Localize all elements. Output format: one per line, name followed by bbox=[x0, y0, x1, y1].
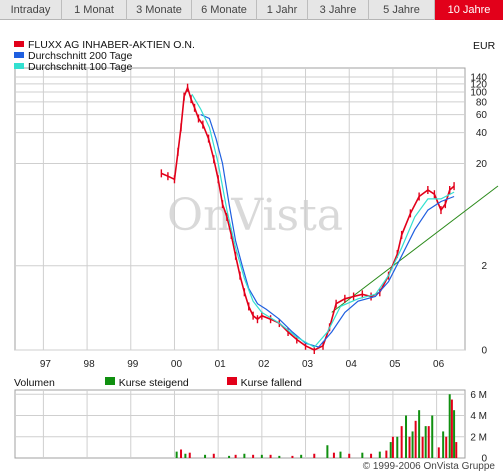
volume-bar-rising bbox=[418, 410, 421, 458]
falling-label: Kurse fallend bbox=[240, 377, 302, 389]
volume-bar-falling bbox=[212, 453, 215, 458]
volume-bar-falling bbox=[414, 420, 417, 458]
legend-swatch bbox=[14, 63, 24, 69]
price-y-tick-label: 20 bbox=[476, 159, 488, 170]
volume-bar-falling bbox=[445, 436, 448, 458]
x-tick-label: 99 bbox=[127, 359, 139, 370]
volume-bar-falling bbox=[427, 426, 430, 458]
volume-bar-falling bbox=[391, 436, 394, 458]
x-tick-label: 02 bbox=[258, 359, 270, 370]
volume-bar-rising bbox=[361, 452, 364, 458]
time-range-tabs: Intraday 1 Monat 3 Monate 6 Monate 1 Jahr 3 J… bbox=[0, 0, 503, 20]
volume-bar-rising bbox=[204, 454, 207, 458]
volume-bar-rising bbox=[442, 431, 445, 458]
tab-1-jahr[interactable]: 1 Jahr bbox=[256, 0, 307, 20]
rising-swatch bbox=[104, 377, 115, 385]
tab-1-monat[interactable]: 1 Monat bbox=[61, 0, 126, 20]
tab-3-jahre[interactable]: 3 Jahre bbox=[307, 0, 368, 20]
volume-bar-falling bbox=[291, 455, 294, 458]
volume-bar-falling bbox=[370, 453, 373, 458]
volume-bar-rising bbox=[326, 445, 329, 458]
volume-bar-falling bbox=[437, 447, 440, 458]
x-tick-label: 00 bbox=[171, 359, 183, 370]
volume-bar-rising bbox=[405, 415, 408, 458]
volume-bar-rising bbox=[228, 455, 231, 458]
x-tick-label: 97 bbox=[40, 359, 52, 370]
tab-5-jahre[interactable]: 5 Jahre bbox=[368, 0, 434, 20]
volume-bar-falling bbox=[421, 436, 424, 458]
falling-swatch bbox=[226, 377, 237, 385]
volume-bar-rising bbox=[431, 415, 434, 458]
volume-bar-falling bbox=[188, 452, 191, 458]
price-legend: FLUXX AG INHABER-AKTIEN O.N. Durchschnitt… bbox=[14, 40, 195, 73]
rising-label: Kurse steigend bbox=[118, 377, 189, 389]
price-y-tick-label: 80 bbox=[476, 97, 488, 108]
x-tick-label: 98 bbox=[84, 359, 96, 370]
volume-bar-rising bbox=[278, 455, 281, 458]
legend-swatch bbox=[14, 52, 24, 58]
volume-bar-falling bbox=[408, 436, 411, 458]
volume-bar-falling bbox=[455, 442, 458, 458]
price-y-tick-label: 2 bbox=[481, 261, 487, 272]
x-tick-label: 04 bbox=[346, 359, 358, 370]
price-y-tick-label: 40 bbox=[476, 128, 488, 139]
volume-bar-rising bbox=[175, 451, 178, 458]
volume-bar-rising bbox=[411, 431, 414, 458]
legend-label: Durchschnitt 100 Tage bbox=[28, 61, 133, 73]
watermark: OnVista bbox=[167, 190, 343, 241]
volume-bar-falling bbox=[400, 426, 403, 458]
x-tick-label: 01 bbox=[215, 359, 227, 370]
price-y-tick-label: 140 bbox=[470, 73, 487, 84]
volume-y-tick-labels: 02 M4 M6 M bbox=[470, 390, 487, 465]
copyright-notice: © 1999-2006 OnVista Gruppe bbox=[362, 461, 495, 472]
volume-bar-rising bbox=[448, 394, 451, 458]
volume-bar-rising bbox=[389, 442, 392, 458]
volume-bar-falling bbox=[313, 453, 316, 458]
volume-bar-rising bbox=[396, 436, 399, 458]
x-tick-label: 03 bbox=[302, 359, 314, 370]
tab-intraday[interactable]: Intraday bbox=[0, 0, 61, 20]
volume-bar-falling bbox=[332, 452, 335, 458]
volume-bar-falling bbox=[385, 450, 388, 458]
tab-3-monate[interactable]: 3 Monate bbox=[126, 0, 191, 20]
volume-bar-rising bbox=[339, 451, 342, 458]
volume-bar-falling bbox=[180, 449, 183, 458]
legend-swatch bbox=[14, 41, 24, 47]
tab-6-monate[interactable]: 6 Monate bbox=[191, 0, 256, 20]
x-tick-labels: 97 98 99 00 01 02 03 04 05 06 bbox=[40, 359, 445, 370]
volume-bar-rising bbox=[260, 454, 263, 458]
volume-bar-falling bbox=[348, 453, 351, 458]
price-y-tick-labels: 0220406080100120140 bbox=[470, 73, 487, 357]
volume-y-tick-label: 2 M bbox=[470, 432, 487, 443]
volume-bar-falling bbox=[252, 454, 255, 458]
volume-title: Volumen bbox=[14, 377, 55, 389]
volume-bar-falling bbox=[450, 399, 453, 458]
legend-item: Durchschnitt 100 Tage bbox=[14, 62, 195, 73]
x-tick-label: 06 bbox=[433, 359, 445, 370]
volume-bar-rising bbox=[184, 453, 187, 458]
volume-bar-falling bbox=[234, 454, 237, 458]
volume-y-tick-label: 6 M bbox=[470, 390, 487, 401]
volume-bar-rising bbox=[453, 410, 456, 458]
currency-label: EUR bbox=[473, 40, 496, 52]
volume-bar-falling bbox=[269, 454, 272, 458]
volume-bar-rising bbox=[243, 453, 246, 458]
volume-y-tick-label: 4 M bbox=[470, 411, 487, 422]
volume-bar-rising bbox=[378, 451, 381, 458]
volume-bar-rising bbox=[424, 426, 427, 458]
tab-10-jahre[interactable]: 10 Jahre bbox=[434, 0, 503, 20]
volume-bar-rising bbox=[300, 454, 303, 458]
price-y-tick-label: 0 bbox=[481, 346, 487, 357]
x-tick-label: 05 bbox=[389, 359, 401, 370]
volume-legend: Volumen Kurse steigend Kurse fallend bbox=[14, 377, 302, 389]
price-y-tick-label: 60 bbox=[476, 110, 488, 121]
